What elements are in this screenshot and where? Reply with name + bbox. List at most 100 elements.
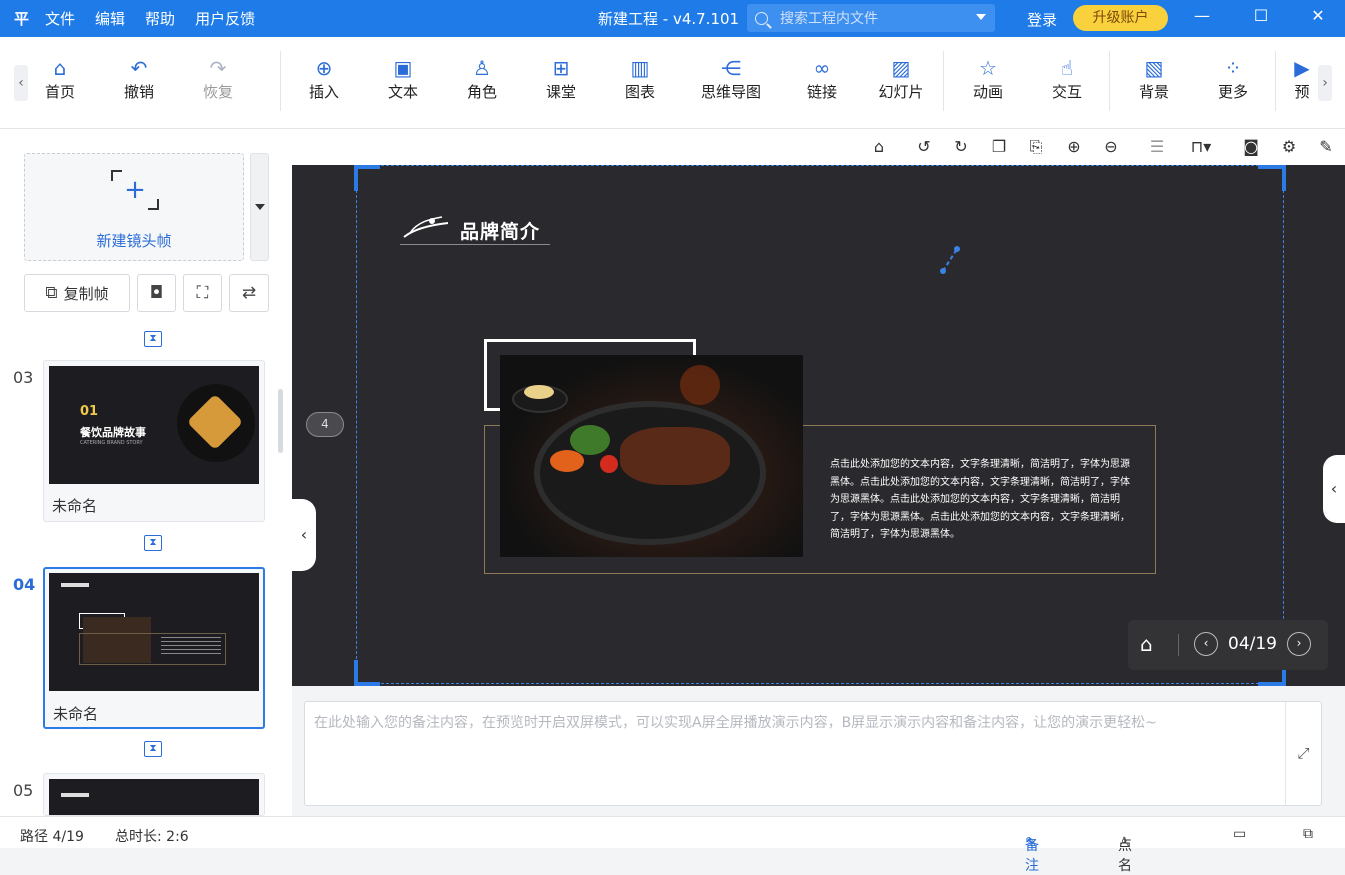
rotate-right-icon[interactable]: ↻ (949, 135, 973, 159)
align-icon[interactable]: ☰ (1145, 135, 1169, 159)
close-icon[interactable]: ✕ (1306, 6, 1330, 25)
slide-preview (49, 779, 259, 815)
chevron-down-icon[interactable] (976, 14, 986, 20)
new-frame-dropdown[interactable] (250, 153, 269, 261)
screenshot-button[interactable]: ⛶ (183, 274, 222, 312)
edit-icon[interactable]: ✎ (1314, 135, 1338, 159)
toolbar-mindmap-button[interactable]: ⋲ 思维导图 (694, 55, 768, 102)
settings-file-icon[interactable]: ⚙ (1277, 135, 1301, 159)
toolbar-label: 文本 (387, 83, 418, 101)
thumb-text (161, 637, 221, 657)
menu-feedback[interactable]: 用户反馈 (195, 8, 255, 29)
toolbar-character-button[interactable]: ♙ 角色 (451, 55, 513, 102)
copy-icon[interactable]: ❐ (987, 135, 1011, 159)
animation-icon: ☆ (979, 56, 997, 80)
copy-frame-label: 复制帧 (63, 284, 109, 303)
slide-icon: ▨ (891, 56, 911, 80)
toolbar-chart-button[interactable]: ▥ 图表 (609, 55, 671, 102)
copy-frame-button[interactable]: ⧉ 复制帧 (24, 274, 130, 312)
background-icon: ▧ (1144, 56, 1164, 80)
food-image[interactable] (500, 355, 803, 557)
home-icon[interactable]: ⌂ (1140, 632, 1153, 656)
upgrade-button[interactable]: 升级账户 (1073, 5, 1168, 31)
toolbar-label: 角色 (466, 83, 497, 101)
toolbar-scroll-left[interactable]: ‹ (14, 65, 28, 101)
toolbar-link-button[interactable]: ∞ 链接 (791, 55, 853, 102)
body-text[interactable]: 点击此处添加您的文本内容，文字条理清晰，简洁明了，字体为思源黑体。点击此处添加您… (830, 456, 1132, 544)
transition-icon[interactable]: ⧗ (144, 331, 162, 347)
slide-thumbnail[interactable]: 01 餐饮品牌故事 CATERING BRAND STORY 未命名 (43, 360, 265, 522)
route-icon: ⇄ (241, 283, 257, 303)
menu-help[interactable]: 帮助 (145, 8, 175, 29)
toolbar-background-button[interactable]: ▧ 背景 (1123, 55, 1185, 102)
window-icon[interactable]: ⧉ (1303, 826, 1313, 842)
minimize-icon[interactable]: — (1190, 6, 1214, 25)
notes-area[interactable]: 在此处输入您的备注内容，在预览时开启双屏模式，可以实现A屏全屏播放演示内容，B屏… (304, 701, 1322, 806)
zoom-out-icon[interactable]: ⊖ (1099, 135, 1123, 159)
canvas-stage[interactable]: 4 品牌简介 点击此处添加您的文本内容，文字条理清晰，简洁明了，字体为思源黑体。… (292, 165, 1345, 686)
slide-title[interactable]: 品牌简介 (460, 217, 540, 244)
slide-preview: 01 餐饮品牌故事 CATERING BRAND STORY (49, 366, 259, 484)
frame-corner[interactable] (1258, 682, 1284, 686)
steak-shape (620, 427, 730, 485)
slide-thumbnail[interactable]: 未命名 (43, 567, 265, 729)
menu-file[interactable]: 文件 (45, 8, 75, 29)
chart-icon: ▥ (630, 56, 650, 80)
toolbar-label: 预 (1294, 83, 1310, 101)
toolbar-label: 更多 (1217, 83, 1248, 101)
toolbar-divider (280, 51, 281, 111)
login-button[interactable]: 登录 (1027, 9, 1057, 30)
toolbar-undo-button[interactable]: ↶ 撤销 (108, 55, 170, 102)
frame-corner[interactable] (1258, 165, 1284, 169)
toolbar-insert-button[interactable]: ⊕ 插入 (293, 55, 355, 102)
camera-button[interactable]: ◘ (137, 274, 176, 312)
transition-icon[interactable]: ⧗ (144, 535, 162, 551)
toolbar-more-button[interactable]: ⁘ 更多 (1202, 55, 1264, 102)
next-page-button[interactable]: › (1287, 632, 1311, 656)
search-input[interactable]: 搜索工程内文件 (747, 4, 995, 32)
toolbar-interaction-button[interactable]: ☝ 交互 (1036, 55, 1098, 102)
rotate-left-icon[interactable]: ↺ (912, 135, 936, 159)
slide-thumbnail[interactable] (43, 773, 265, 816)
home-view-icon[interactable]: ⌂ (867, 135, 891, 159)
frame-corner[interactable] (354, 660, 358, 686)
lock-icon[interactable]: ⊓▾ (1183, 135, 1219, 159)
sidebar-scrollbar[interactable] (278, 389, 283, 453)
toolbar-home-button[interactable]: ⌂ 首页 (29, 55, 91, 102)
collapse-sidebar-button[interactable]: ‹ (292, 499, 316, 571)
new-frame-button[interactable]: + 新建镜头帧 (24, 153, 244, 261)
toolbar-label: 幻灯片 (878, 83, 924, 101)
toolbar-text-button[interactable]: ▣ 文本 (372, 55, 434, 102)
path-button[interactable]: ⇄ (229, 274, 269, 312)
toolbar-scroll-right[interactable]: › (1318, 65, 1332, 101)
slide-name: 未命名 (52, 497, 98, 515)
sauce-shape (524, 385, 554, 399)
toolbar-redo-button[interactable]: ↷ 恢复 (187, 55, 249, 102)
screen-icon[interactable]: ▭ (1233, 826, 1246, 842)
toolbar-preview-button[interactable]: ▶ 预 (1284, 55, 1320, 102)
frame-number-badge[interactable]: 4 (306, 412, 344, 437)
slide-preview (49, 573, 259, 691)
toolbar-label: 恢复 (202, 83, 233, 101)
camera-icon[interactable]: ◙ (1239, 135, 1263, 159)
classroom-icon: ⊞ (552, 56, 570, 80)
maximize-icon[interactable]: ☐ (1249, 6, 1273, 25)
frame-corner[interactable] (1282, 165, 1286, 191)
toolbar-slide-button[interactable]: ▨ 幻灯片 (870, 55, 932, 102)
toolbar-label: 插入 (308, 83, 339, 101)
frame-corner[interactable] (354, 165, 358, 191)
prev-page-button[interactable]: ‹ (1194, 632, 1218, 656)
menu-edit[interactable]: 编辑 (95, 8, 125, 29)
expand-panel-button[interactable]: ‹ (1323, 455, 1345, 523)
zoom-in-icon[interactable]: ⊕ (1062, 135, 1086, 159)
paste-icon[interactable]: ⎘ (1024, 135, 1048, 159)
transition-icon[interactable]: ⧗ (144, 741, 162, 757)
toolbar-classroom-button[interactable]: ⊞ 课堂 (530, 55, 592, 102)
plus-circle-icon: ⊕ (315, 56, 333, 80)
more-icon: ⁘ (1224, 56, 1242, 80)
toolbar-animation-button[interactable]: ☆ 动画 (957, 55, 1019, 102)
notes-input[interactable]: 在此处输入您的备注内容，在预览时开启双屏模式，可以实现A屏全屏播放演示内容，B屏… (314, 710, 1284, 736)
expand-icon[interactable]: ⤢ (1285, 702, 1321, 805)
toolbar-label: 课堂 (545, 83, 576, 101)
page-indicator: 04/19 (1228, 634, 1277, 654)
